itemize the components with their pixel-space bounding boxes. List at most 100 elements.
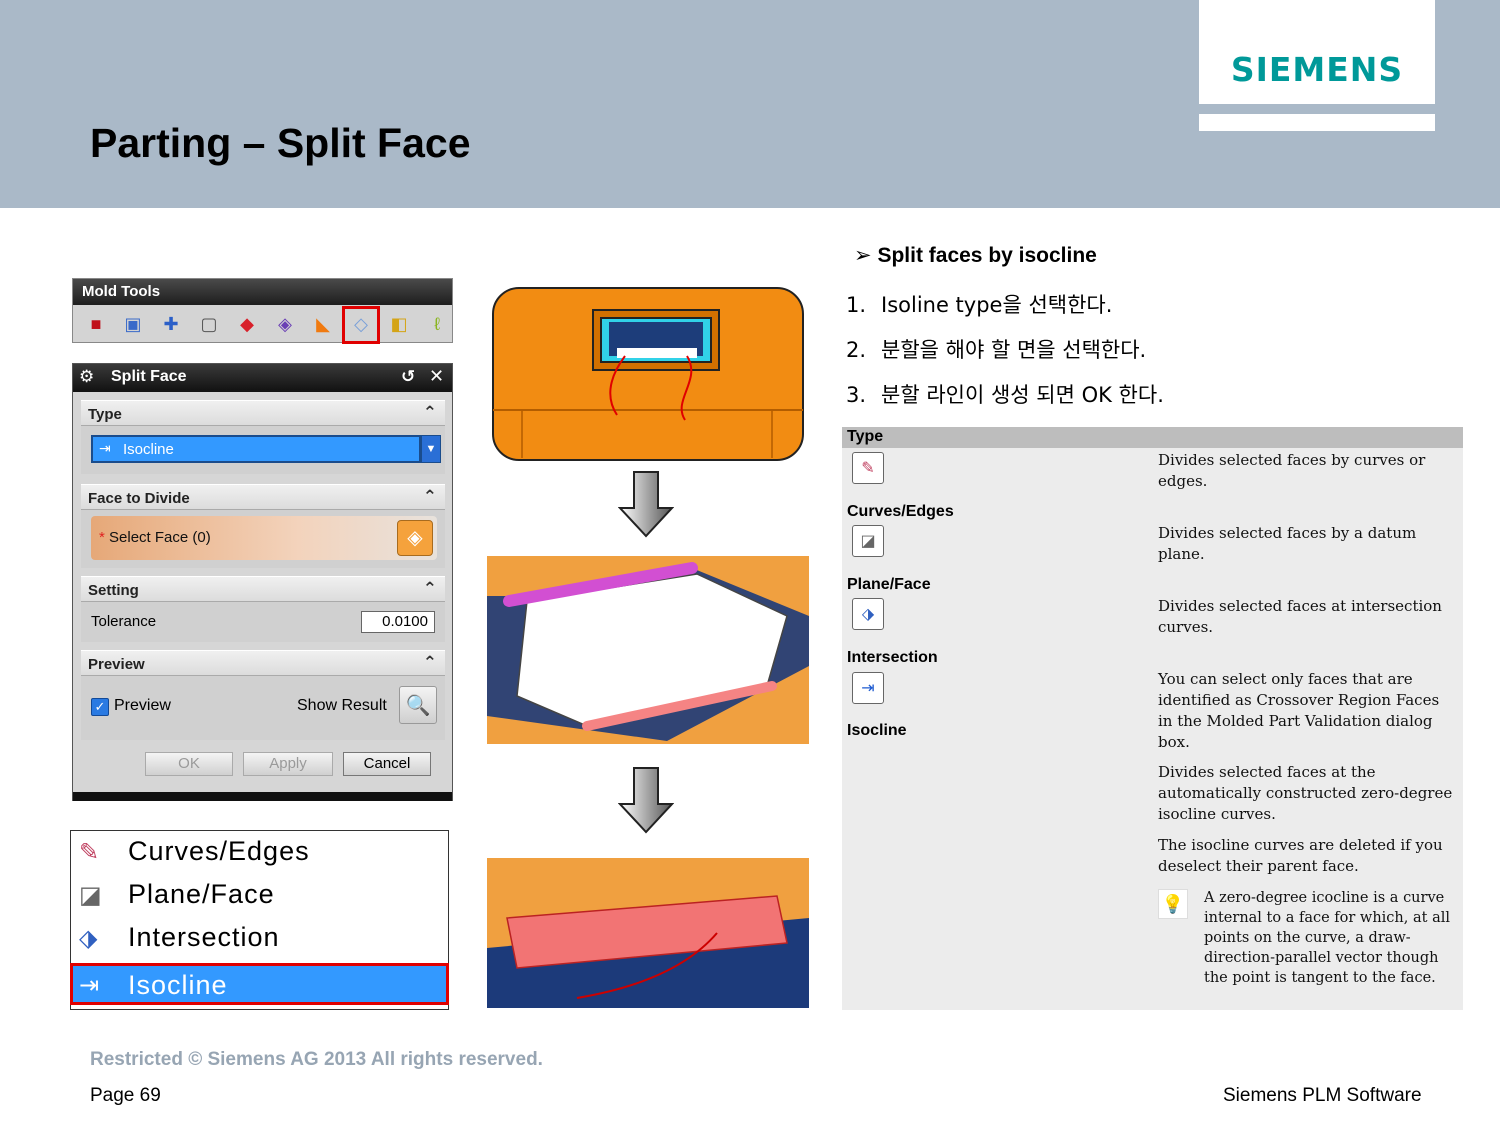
down-arrow-icon xyxy=(617,766,675,836)
reference-description: Divides selected faces by curves or edge… xyxy=(1158,451,1426,490)
step-text: 분할을 해야 할 면을 선택한다. xyxy=(881,338,1147,362)
isocline-icon: ⇥ xyxy=(79,972,101,999)
close-icon[interactable]: ✕ xyxy=(429,366,444,387)
menu-item-intersection[interactable]: ⬗ Intersection xyxy=(73,918,447,960)
step-2: 2. 분할을 해야 할 면을 선택한다. xyxy=(846,334,1146,364)
face-section-header[interactable]: Face to Divide ⌃ xyxy=(81,484,445,510)
show-result-label: Show Result xyxy=(297,697,387,714)
axis-icon[interactable]: ✚ xyxy=(157,310,185,338)
restricted-notice: Restricted © Siemens AG 2013 All rights … xyxy=(90,1049,543,1070)
menu-item-label: Isocline xyxy=(128,970,228,1000)
split-preview-illustration xyxy=(487,556,809,744)
dialog-bottom-bar xyxy=(73,792,452,801)
face-section-body: * Select Face (0) ◈ xyxy=(81,510,445,568)
layer-icon[interactable]: ◧ xyxy=(385,310,413,338)
step-1: 1. Isoline type을 선택한다. xyxy=(846,289,1112,319)
bullet-arrow-icon: ➢ xyxy=(854,244,878,267)
apply-button[interactable]: Apply xyxy=(243,752,333,776)
red-solid-icon[interactable]: ◆ xyxy=(233,310,261,338)
reference-description: Divides selected faces by a datum plane. xyxy=(1158,524,1417,563)
menu-item-isocline[interactable]: ⇥ Isocline xyxy=(70,963,449,1005)
setting-section-body: Tolerance 0.0100 xyxy=(81,602,445,642)
step-text: 분할 라인이 생성 되면 OK 한다. xyxy=(881,383,1164,407)
reset-icon[interactable]: ↺ xyxy=(401,367,415,387)
select-face-label: Select Face (0) xyxy=(109,529,211,546)
collapse-icon[interactable]: ⌃ xyxy=(423,487,437,507)
preview-checkbox-label: Preview xyxy=(114,697,171,714)
lightbulb-icon: 💡 xyxy=(1158,889,1188,919)
isocline-icon: ⇥ xyxy=(99,440,111,456)
step-3: 3. 분할 라인이 생성 되면 OK 한다. xyxy=(846,379,1164,409)
reference-label: Curves/Edges xyxy=(847,503,954,520)
gear-icon[interactable]: ⚙ xyxy=(79,367,94,387)
split-face-dialog: ⚙ Split Face ↺ ✕ Type ⌃ ⇥ Isocline ▼ Fac… xyxy=(72,363,453,801)
grid-icon[interactable]: ◈ xyxy=(271,310,299,338)
page-number: Page 69 xyxy=(90,1085,161,1106)
isocline-icon: ⇥ xyxy=(852,672,884,704)
reference-label: Plane/Face xyxy=(847,576,931,593)
curves-edges-icon: ✎ xyxy=(79,839,101,866)
cancel-button[interactable]: Cancel xyxy=(343,752,431,776)
reference-description: You can select only faces that are ident… xyxy=(1158,670,1440,751)
face-select-cube-icon[interactable]: ◈ xyxy=(397,520,433,556)
collapse-icon[interactable]: ⌃ xyxy=(423,579,437,599)
frame-icon[interactable]: ▢ xyxy=(195,310,223,338)
plane-face-icon: ◪ xyxy=(79,882,103,909)
ok-button[interactable]: OK xyxy=(145,752,233,776)
menu-item-curves-edges[interactable]: ✎ Curves/Edges xyxy=(73,832,447,874)
reference-label: Isocline xyxy=(847,722,907,739)
part-illustration xyxy=(487,280,809,466)
tip-text: A zero-degree icocline is a curve intern… xyxy=(1204,890,1450,986)
tolerance-input[interactable]: 0.0100 xyxy=(361,611,435,633)
collapse-icon[interactable]: ⌃ xyxy=(423,403,437,423)
menu-item-label: Plane/Face xyxy=(128,879,275,909)
reference-label: Intersection xyxy=(847,649,938,666)
bullet-text: Split faces by isocline xyxy=(877,244,1097,267)
siemens-logo: SIEMENS xyxy=(1199,0,1435,104)
type-select[interactable]: ⇥ Isocline xyxy=(91,435,421,463)
step-number: 2. xyxy=(846,338,867,362)
magnifier-icon[interactable]: 🔍 xyxy=(399,686,437,724)
type-section-header[interactable]: Type ⌃ xyxy=(81,400,445,426)
preview-section-body: ✓ Preview Show Result 🔍 xyxy=(81,676,445,740)
setting-section-header[interactable]: Setting ⌃ xyxy=(81,576,445,602)
mold-cube-icon[interactable]: ■ xyxy=(82,310,110,338)
preview-section-header[interactable]: Preview ⌃ xyxy=(81,650,445,676)
reference-description: Divides selected faces at intersection c… xyxy=(1158,597,1442,636)
logo-text: SIEMENS xyxy=(1230,49,1404,89)
toolbar-highlight xyxy=(342,306,380,344)
company-name: Siemens PLM Software xyxy=(1223,1085,1422,1106)
dialog-titlebar: ⚙ Split Face ↺ ✕ xyxy=(73,364,452,392)
preview-checkbox[interactable]: ✓ xyxy=(91,698,109,716)
face-section-label: Face to Divide xyxy=(88,490,190,507)
plane-face-icon: ◪ xyxy=(852,525,884,557)
down-arrow-icon xyxy=(617,470,675,540)
mold-box-icon[interactable]: ▣ xyxy=(119,310,147,338)
curves-edges-icon: ✎ xyxy=(852,452,884,484)
intersection-icon: ⬗ xyxy=(79,925,99,952)
reference-description: The isocline curves are deleted if you d… xyxy=(1158,836,1443,875)
reference-description: Divides selected faces at the automatica… xyxy=(1158,763,1453,823)
logo-bar xyxy=(1199,114,1435,131)
setting-section-label: Setting xyxy=(88,582,139,599)
dialog-title: Split Face xyxy=(111,368,187,385)
mold-tools-toolbar: Mold Tools ■ ▣ ✚ ▢ ◆ ◈ ◣ ◇ ◧ ℓ xyxy=(72,278,453,344)
select-face-field[interactable]: * Select Face (0) ◈ xyxy=(91,516,437,560)
menu-item-label: Intersection xyxy=(128,922,280,952)
collapse-icon[interactable]: ⌃ xyxy=(423,653,437,673)
type-reference-table: Type ✎ Curves/Edges ◪ Plane/Face ⬗ Inter… xyxy=(842,427,1463,1010)
intersection-icon: ⬗ xyxy=(852,598,884,630)
type-select-value: Isocline xyxy=(123,441,174,458)
slide-title: Parting – Split Face xyxy=(90,120,471,166)
type-section-body: ⇥ Isocline ▼ xyxy=(81,426,445,474)
type-section-label: Type xyxy=(88,406,122,423)
wedge-icon[interactable]: ◣ xyxy=(309,310,337,338)
isocline-result-illustration xyxy=(487,858,809,1008)
menu-item-label: Curves/Edges xyxy=(128,836,310,866)
toolbar-title: Mold Tools xyxy=(73,279,452,305)
step-text: Isoline type을 선택한다. xyxy=(881,293,1113,317)
dropdown-arrow-icon[interactable]: ▼ xyxy=(421,435,441,463)
preview-section-label: Preview xyxy=(88,656,145,673)
lasso-icon[interactable]: ℓ xyxy=(423,310,451,338)
menu-item-plane-face[interactable]: ◪ Plane/Face xyxy=(73,875,447,917)
